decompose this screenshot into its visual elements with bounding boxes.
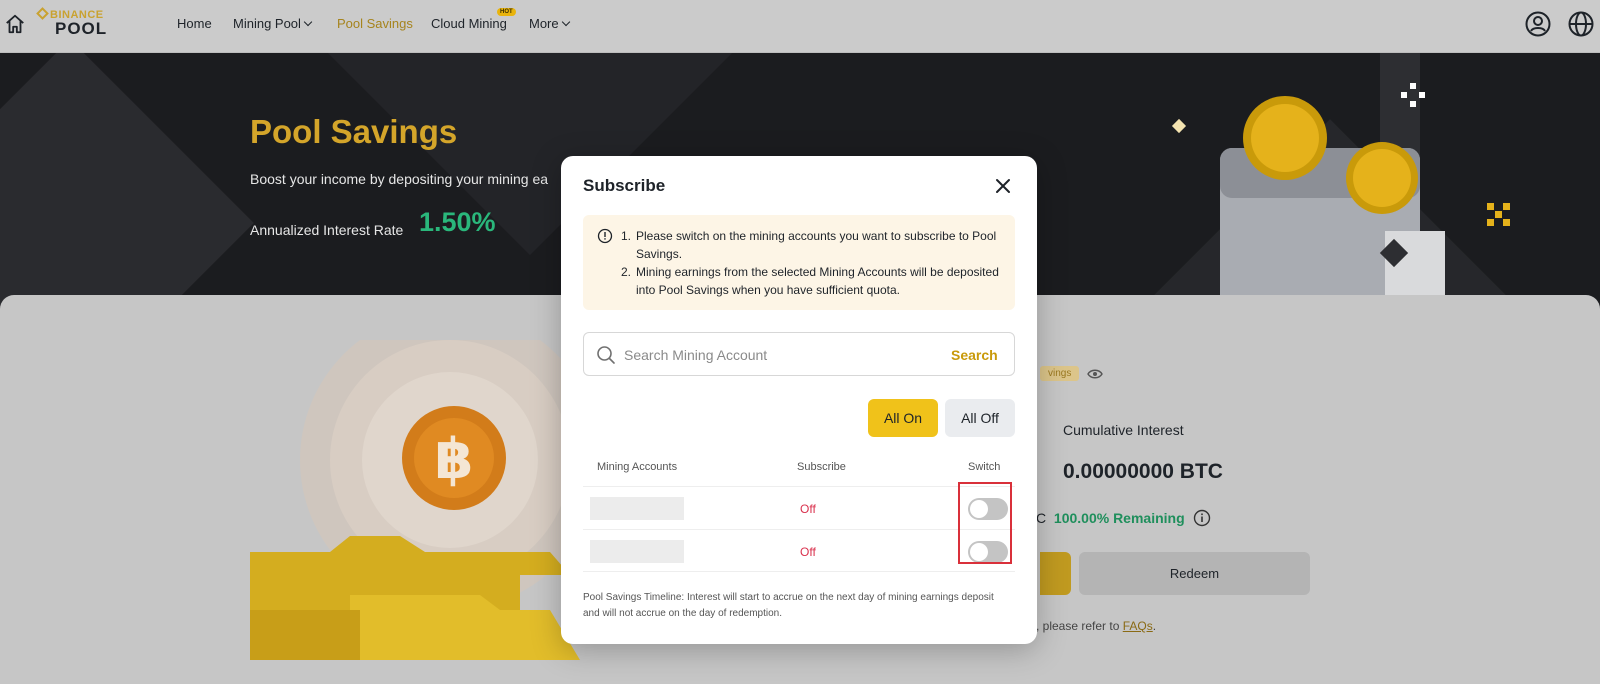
- nav-home[interactable]: Home: [177, 16, 212, 31]
- hero-rate-label: Annualized Interest Rate: [250, 222, 404, 238]
- svg-text:฿: ฿: [435, 427, 474, 492]
- column-header-switch: Switch: [968, 461, 1001, 473]
- faqs-link[interactable]: FAQs: [1123, 619, 1153, 633]
- notice-item-number: 1.: [621, 229, 632, 243]
- subscribe-status: Off: [800, 502, 816, 516]
- nav-mining-pool-label: Mining Pool: [233, 16, 301, 31]
- nav-cloud-mining[interactable]: Cloud Mining: [431, 16, 507, 31]
- hot-badge: HOT: [497, 8, 516, 16]
- notice-item-text: Please switch on the mining accounts you…: [636, 229, 997, 261]
- subscribe-notice: 1. Please switch on the mining accounts y…: [583, 215, 1015, 310]
- eye-icon[interactable]: [1087, 367, 1103, 381]
- column-header-subscribe: Subscribe: [797, 461, 846, 473]
- faq-text: s, please refer to: [1030, 619, 1120, 633]
- notice-item: 1. Please switch on the mining accounts y…: [621, 227, 1001, 263]
- globe-language-icon[interactable]: [1568, 11, 1594, 37]
- coins-illustration: [1171, 53, 1510, 313]
- chevron-down-icon: [561, 17, 570, 27]
- search-button[interactable]: Search: [951, 347, 998, 363]
- table-row: Off: [583, 486, 1015, 529]
- nav-cloud-mining-label: Cloud Mining: [431, 16, 507, 31]
- all-on-button[interactable]: All On: [868, 399, 938, 437]
- switch-highlight-box: [958, 482, 1012, 564]
- mining-account-name: [590, 540, 684, 563]
- quota-remaining-pct: 100.00% Remaining: [1053, 510, 1185, 526]
- binance-pool-logo[interactable]: BINANCE POOL: [36, 7, 108, 39]
- hero-rate-value: 1.50%: [419, 207, 496, 237]
- chevron-down-icon: [303, 17, 313, 27]
- info-icon[interactable]: [1193, 509, 1211, 527]
- mining-account-name: [590, 497, 684, 520]
- faq-end: .: [1152, 619, 1157, 633]
- redeem-button[interactable]: Redeem: [1079, 552, 1310, 595]
- hero-decor-shape: [0, 53, 254, 313]
- subscribe-button-partial[interactable]: [1040, 552, 1071, 595]
- nav-pool-savings-label: Pool Savings: [337, 16, 413, 31]
- hero-title: Pool Savings: [250, 113, 458, 150]
- top-navbar: BINANCE POOL Home Mining Pool Pool Savin…: [0, 0, 1600, 53]
- quota-remaining: C 100.00% Remaining: [1036, 510, 1185, 526]
- quota-prefix: C: [1036, 510, 1047, 526]
- all-off-button[interactable]: All Off: [945, 399, 1015, 437]
- column-header-mining-accounts: Mining Accounts: [597, 461, 678, 473]
- user-account-icon[interactable]: [1525, 11, 1551, 37]
- search-mining-account-box: Search: [583, 332, 1015, 376]
- hero-subtitle: Boost your income by depositing your min…: [250, 171, 549, 187]
- logo-bottom-text: POOL: [55, 19, 108, 38]
- nav-more[interactable]: More: [529, 16, 570, 31]
- notice-item: 2. Mining earnings from the selected Mini…: [621, 263, 1001, 299]
- subscribe-status: Off: [800, 545, 816, 559]
- search-icon: [597, 346, 615, 364]
- notice-item-text: Mining earnings from the selected Mining…: [636, 265, 999, 297]
- nav-more-label: More: [529, 16, 559, 31]
- nav-home-label: Home: [177, 16, 212, 31]
- modal-title: Subscribe: [583, 176, 666, 195]
- info-circle-icon: [597, 228, 613, 244]
- table-row: Off: [583, 529, 1015, 572]
- savings-tag: vings: [1040, 366, 1080, 381]
- nav-mining-pool[interactable]: Mining Pool: [233, 16, 313, 31]
- search-mining-account-input[interactable]: [624, 341, 934, 369]
- faq-line: s, please refer to FAQs.: [1030, 619, 1156, 633]
- close-icon[interactable]: [993, 176, 1013, 196]
- pool-savings-timeline-note: Pool Savings Timeline: Interest will sta…: [583, 592, 994, 619]
- binance-logo-icon: [36, 7, 49, 20]
- notice-item-number: 2.: [621, 265, 632, 279]
- cumulative-interest-value: 0.00000000 BTC: [1063, 460, 1223, 483]
- nav-pool-savings[interactable]: Pool Savings: [337, 16, 413, 31]
- cumulative-interest-label: Cumulative Interest: [1063, 422, 1184, 438]
- home-icon[interactable]: [4, 13, 26, 35]
- subscribe-modal: Subscribe 1. Please switch on the mining …: [561, 156, 1037, 644]
